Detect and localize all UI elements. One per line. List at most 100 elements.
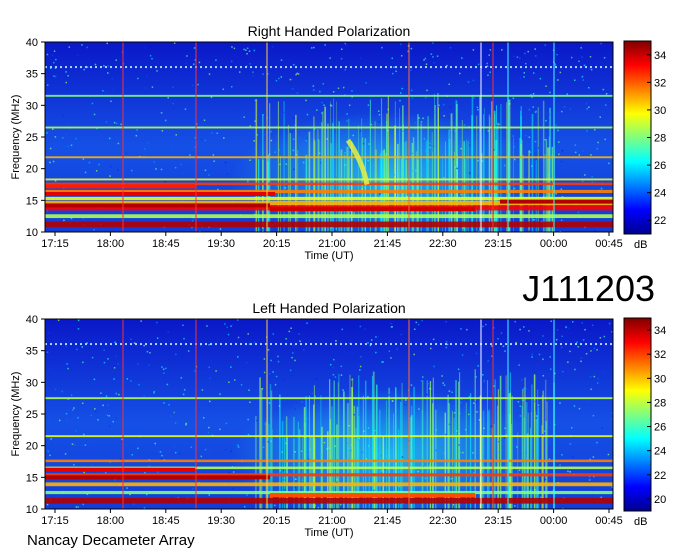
- reference-dot: [555, 343, 557, 346]
- reference-dot: [285, 66, 287, 69]
- noise-speckle: [247, 333, 249, 335]
- reference-dot: [575, 66, 577, 69]
- noise-speckle: [378, 121, 380, 123]
- noise-speckle: [477, 364, 479, 367]
- noise-speckle: [603, 335, 606, 338]
- noise-speckle: [346, 442, 348, 445]
- noise-speckle: [75, 506, 78, 508]
- colorbar-tick-label: 34: [654, 50, 666, 62]
- noise-speckle: [567, 470, 569, 473]
- noise-speckle: [424, 57, 427, 60]
- noise-speckle: [248, 50, 251, 52]
- noise-speckle: [136, 129, 138, 131]
- noise-speckle: [112, 420, 114, 423]
- noise-speckle: [256, 134, 258, 136]
- noise-speckle: [91, 102, 94, 105]
- noise-speckle: [329, 363, 332, 366]
- noise-speckle: [252, 75, 255, 77]
- noise-speckle: [415, 169, 417, 172]
- noise-speckle: [571, 321, 574, 323]
- noise-speckle: [294, 451, 296, 453]
- interference-band-segment: [45, 475, 270, 480]
- reference-dot: [185, 343, 187, 346]
- noise-speckle: [108, 415, 111, 417]
- reference-dot: [460, 343, 462, 346]
- noise-speckle: [528, 330, 530, 332]
- noise-speckle: [351, 378, 353, 381]
- noise-speckle: [388, 350, 391, 352]
- noise-speckle: [370, 339, 373, 341]
- noise-speckle: [346, 44, 348, 47]
- noise-speckle: [519, 57, 521, 59]
- reference-dot: [90, 343, 92, 346]
- noise-speckle: [503, 164, 506, 167]
- noise-speckle: [472, 452, 474, 454]
- noise-speckle: [528, 150, 531, 152]
- colorbar-tick-label: 24: [654, 188, 666, 200]
- noise-speckle: [483, 427, 485, 430]
- noise-speckle: [425, 212, 428, 215]
- noise-speckle: [545, 120, 547, 122]
- noise-speckle: [94, 410, 97, 413]
- noise-speckle: [86, 46, 88, 49]
- reference-dot: [290, 66, 292, 69]
- noise-speckle: [182, 393, 185, 396]
- reference-dot: [505, 66, 507, 69]
- noise-speckle: [405, 399, 407, 401]
- noise-speckle: [208, 174, 210, 176]
- noise-speckle: [361, 451, 364, 454]
- noise-speckle: [581, 150, 584, 153]
- reference-dot: [180, 343, 182, 346]
- noise-speckle: [363, 227, 366, 230]
- noise-speckle: [391, 57, 394, 60]
- reference-dot: [510, 343, 512, 346]
- noise-speckle: [410, 211, 412, 214]
- noise-speckle: [278, 405, 281, 407]
- noise-speckle: [504, 427, 506, 429]
- noise-speckle: [367, 104, 370, 106]
- footer-label: Nancay Decameter Array: [27, 532, 195, 549]
- noise-speckle: [54, 388, 57, 391]
- noise-speckle: [591, 324, 594, 327]
- noise-speckle: [574, 144, 577, 146]
- noise-speckle: [460, 147, 462, 150]
- reference-dot: [310, 66, 312, 69]
- noise-speckle: [84, 171, 87, 174]
- noise-speckle: [173, 445, 175, 447]
- colorbar-tick-label: 30: [654, 373, 666, 385]
- noise-speckle: [610, 331, 613, 333]
- noise-speckle: [329, 57, 331, 59]
- reference-dot: [610, 66, 612, 69]
- y-tick-label: 30: [26, 100, 38, 112]
- noise-speckle: [62, 114, 64, 117]
- noise-speckle: [108, 137, 111, 140]
- noise-speckle: [158, 450, 160, 453]
- noise-speckle: [535, 55, 537, 57]
- reference-dot: [310, 343, 312, 346]
- noise-speckle: [353, 413, 355, 416]
- noise-speckle: [555, 338, 558, 341]
- reference-dot: [210, 66, 212, 69]
- noise-speckle: [46, 132, 48, 134]
- reference-dot: [520, 66, 522, 69]
- noise-speckle: [516, 446, 518, 448]
- noise-speckle: [224, 161, 227, 164]
- noise-speckle: [548, 113, 550, 116]
- noise-speckle: [567, 361, 569, 363]
- colorbar-tick-label: 28: [654, 133, 666, 145]
- noise-speckle: [348, 104, 351, 107]
- noise-speckle: [389, 322, 391, 325]
- reference-dot: [270, 343, 272, 346]
- noise-speckle: [284, 218, 287, 220]
- noise-speckle: [113, 121, 116, 124]
- reference-dot: [330, 343, 332, 346]
- noise-speckle: [194, 370, 196, 372]
- noise-speckle: [415, 321, 418, 324]
- colorbar-tick-label: 26: [654, 160, 666, 172]
- noise-speckle: [351, 352, 353, 355]
- y-tick-label: 35: [26, 346, 38, 358]
- noise-speckle: [477, 63, 480, 66]
- noise-speckle: [73, 407, 75, 409]
- noise-speckle: [63, 143, 65, 146]
- reference-dot: [445, 343, 447, 346]
